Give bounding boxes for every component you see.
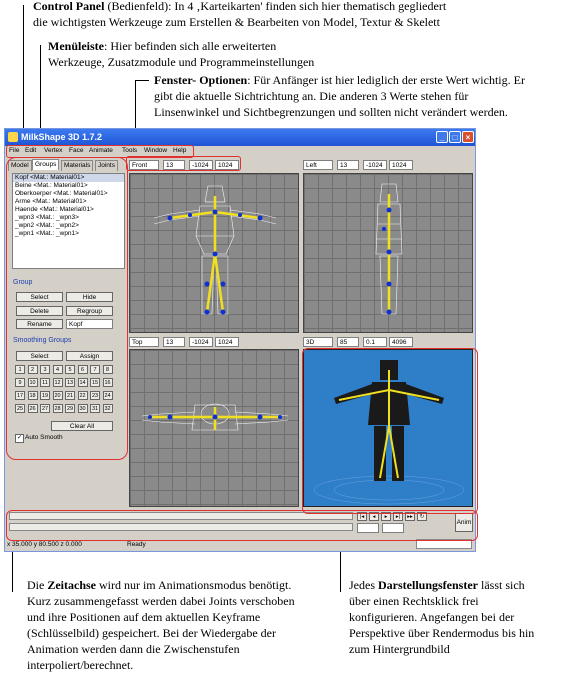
highlight-control-panel <box>6 157 128 460</box>
close-icon[interactable]: × <box>462 131 474 143</box>
viewport-value-1[interactable]: 13 <box>163 337 185 347</box>
title-bar[interactable]: MilkShape 3D 1.7.2 _ □ × <box>5 129 475 146</box>
annotation-control-panel: Control Panel (Bedienfeld): In 4 ‚Kartei… <box>33 0 447 29</box>
view-select-top[interactable]: Top <box>129 337 159 347</box>
viewport-value-2[interactable]: -1024 <box>363 160 387 170</box>
view-select-left[interactable]: Left <box>303 160 333 170</box>
top-model <box>141 403 289 431</box>
view-select-3d[interactable]: 3D <box>303 337 333 347</box>
highlight-window-options <box>126 156 241 171</box>
annotation-fenster-optionen: Fenster- Optionen: Für Anfänger ist hier… <box>154 73 525 119</box>
viewport-value-3[interactable]: 1024 <box>389 160 413 170</box>
leader-line-darstellung <box>340 545 341 592</box>
viewport-top[interactable] <box>129 349 299 507</box>
app-icon <box>8 132 18 142</box>
annotation-menuleiste: Menüleiste: Hier befinden sich alle erwe… <box>48 39 315 69</box>
annotation-darstellungsfenster: Jedes Darstellungsfenster lässt sich übe… <box>349 578 535 656</box>
viewport-value-1[interactable]: 85 <box>337 337 359 347</box>
status-coords: x 35.000 y 80.500 z 0.000 <box>7 541 82 548</box>
side-model <box>375 183 403 315</box>
highlight-timeline <box>6 510 478 541</box>
highlight-3d-viewport <box>302 348 478 514</box>
viewport-value-3[interactable]: 4096 <box>389 337 413 347</box>
annotation-zeitachse: Die Zeitachse wird nur im Animationsmodu… <box>27 578 295 672</box>
viewport-value-1[interactable]: 13 <box>337 160 359 170</box>
leader-line-fenster-h <box>135 80 149 81</box>
viewport-left[interactable] <box>303 173 473 333</box>
viewport-front[interactable] <box>129 173 299 333</box>
viewport-value-2[interactable]: 0.1 <box>363 337 387 347</box>
status-state: Ready <box>127 541 146 548</box>
viewport-value-3[interactable]: 1024 <box>215 337 239 347</box>
front-model <box>153 185 277 315</box>
maximize-icon[interactable]: □ <box>449 131 461 143</box>
viewport-value-2[interactable]: -1024 <box>189 337 213 347</box>
minimize-icon[interactable]: _ <box>436 131 448 143</box>
window-title: MilkShape 3D 1.7.2 <box>21 132 103 142</box>
